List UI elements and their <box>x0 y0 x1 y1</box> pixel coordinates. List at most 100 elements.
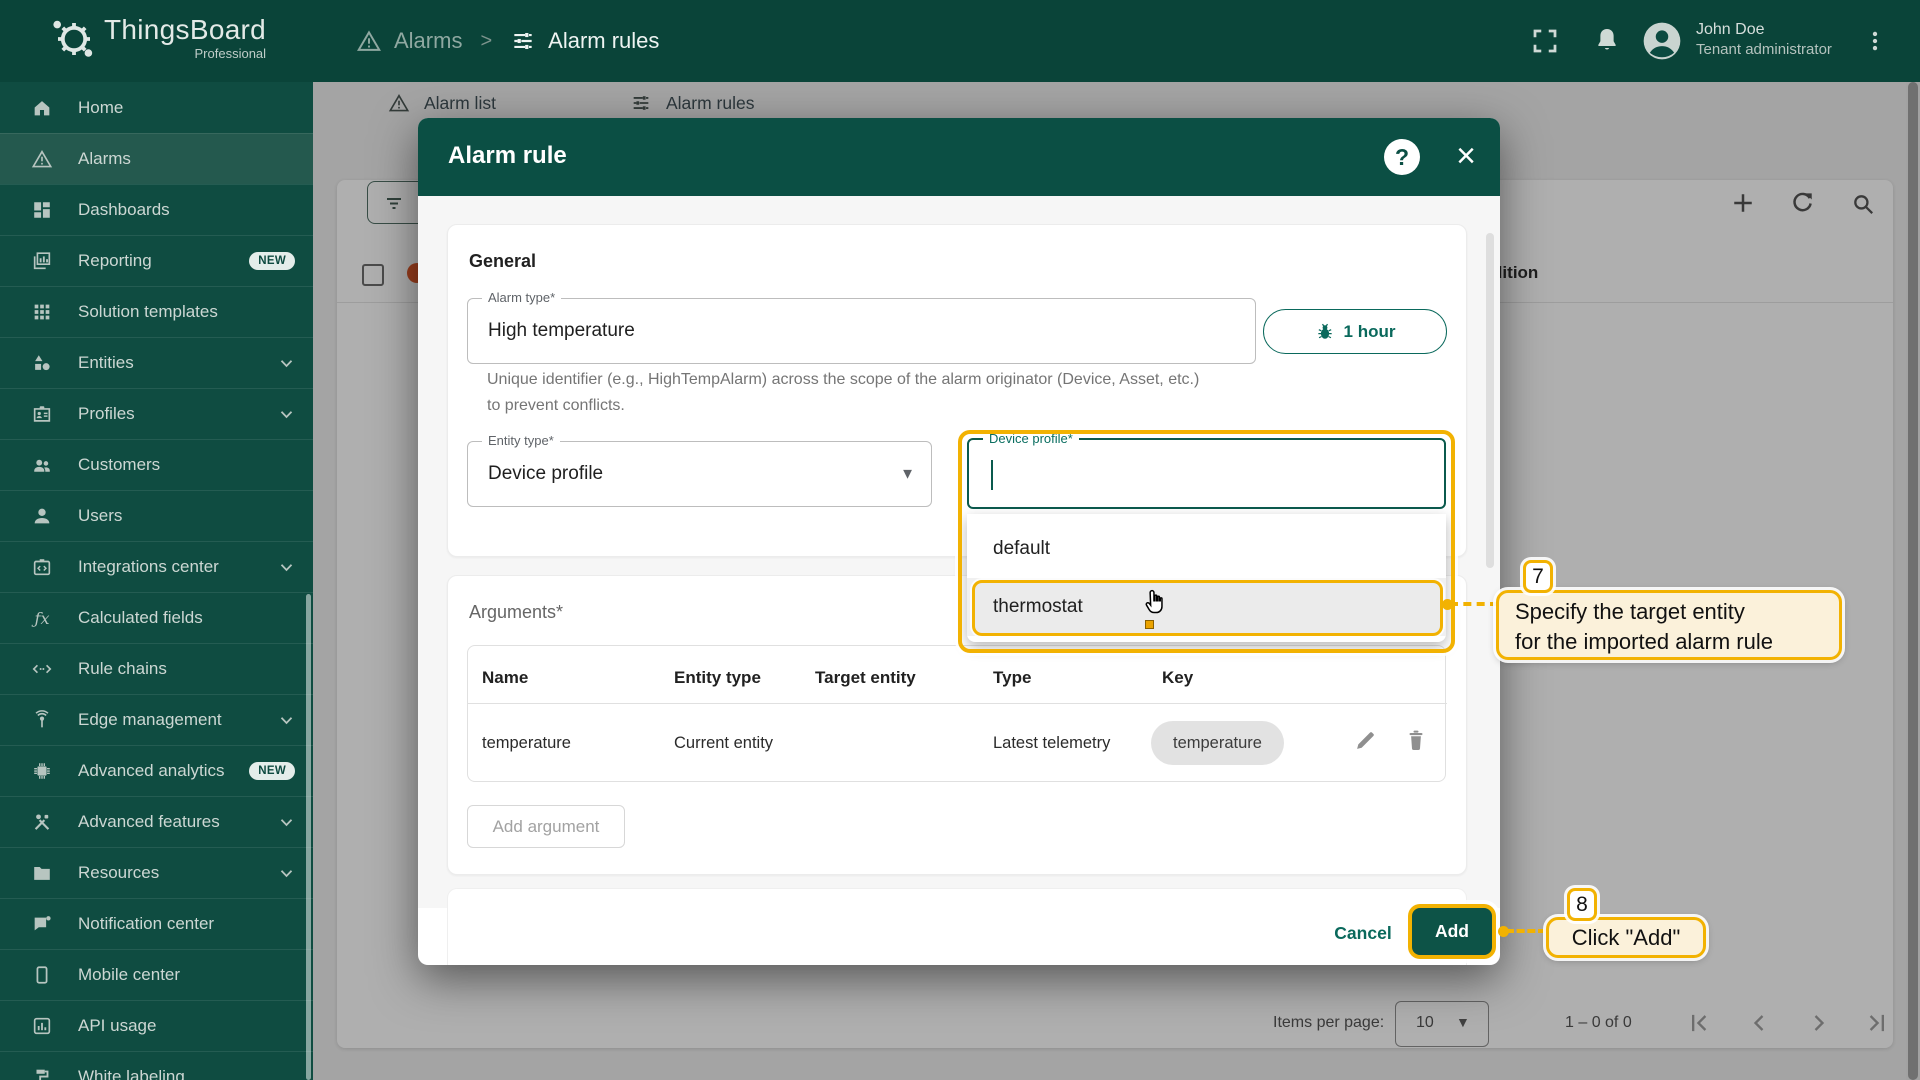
chevron-down-icon <box>280 359 293 368</box>
alarms-icon <box>30 147 54 171</box>
sidebar-item-integrations-center[interactable]: Integrations center <box>0 541 313 592</box>
brand-title: ThingsBoard <box>104 14 267 45</box>
key-chip: temperature <box>1151 721 1284 765</box>
help-icon[interactable]: ? <box>1384 139 1420 175</box>
notification-flag-icon <box>30 912 54 936</box>
user-info[interactable]: John Doe Tenant administrator <box>1696 20 1832 59</box>
schedule-chip-label: 1 hour <box>1343 321 1396 341</box>
sidebar-scrollbar[interactable] <box>306 594 311 1080</box>
cancel-label: Cancel <box>1334 922 1392 943</box>
sidebar-item-label: Advanced analytics <box>78 761 225 780</box>
dropdown-option-thermostat[interactable]: thermostat <box>967 578 1446 636</box>
cell-entity-type: Current entity <box>674 734 774 752</box>
customers-icon <box>30 453 54 477</box>
breadcrumb: Alarms > Alarm rules <box>356 0 659 82</box>
step-8-badge: 8 <box>1567 888 1597 921</box>
sidebar-item-users[interactable]: Users <box>0 490 313 541</box>
sidebar-item-label: Notification center <box>78 914 215 933</box>
alarm-type-field[interactable]: Alarm type* High temperature <box>467 290 1256 364</box>
col-type: Type <box>993 668 1032 687</box>
delete-trash-icon[interactable] <box>1403 727 1429 753</box>
breadcrumb-page: Alarm rules <box>548 28 660 53</box>
dialog-scrollbar-thumb[interactable] <box>1486 233 1494 568</box>
fullscreen-icon[interactable] <box>1530 26 1560 56</box>
sidebar-item-profiles[interactable]: Profiles <box>0 388 313 439</box>
cancel-button[interactable]: Cancel <box>1326 918 1400 948</box>
alarms-breadcrumb-icon <box>356 28 382 54</box>
tools-icon <box>30 810 54 834</box>
integrations-icon <box>30 555 54 579</box>
sidebar-item-label: Resources <box>78 863 160 882</box>
chevron-down-icon <box>280 410 293 419</box>
click-indicator-square <box>1145 620 1154 629</box>
fx-icon: ƒx <box>34 608 50 628</box>
sidebar-item-advanced-analytics[interactable]: Advanced analytics NEW <box>0 745 313 796</box>
sidebar-item-entities[interactable]: Entities <box>0 337 313 388</box>
edge-antenna-icon <box>30 708 54 732</box>
sidebar-item-api-usage[interactable]: API usage <box>0 1000 313 1051</box>
callout-7-line1: Specify the target entity <box>1515 599 1745 624</box>
dropdown-option-default[interactable]: default <box>967 520 1446 578</box>
sidebar-item-label: Mobile center <box>78 965 181 984</box>
connector-dash-8 <box>1506 929 1546 933</box>
step-7-callout: Specify the target entity for the import… <box>1496 590 1842 660</box>
text-caret <box>991 460 993 490</box>
device-profile-input[interactable]: Device profile* <box>967 431 1446 509</box>
step-7-badge: 7 <box>1523 560 1553 593</box>
chevron-down-icon: ▼ <box>900 465 915 483</box>
sidebar-item-label: Alarms <box>78 149 131 168</box>
profiles-icon <box>30 402 54 426</box>
sidebar-item-mobile-center[interactable]: Mobile center <box>0 949 313 1000</box>
top-header: ThingsBoard Professional Alarms > Alarm … <box>0 0 1920 82</box>
col-target-entity: Target entity <box>815 668 916 687</box>
sidebar-item-customers[interactable]: Customers <box>0 439 313 490</box>
sidebar-item-notification-center[interactable]: Notification center <box>0 898 313 949</box>
dashboards-icon <box>30 198 54 222</box>
home-icon <box>30 96 54 120</box>
col-key: Key <box>1162 668 1194 687</box>
sidebar-item-dashboards[interactable]: Dashboards <box>0 184 313 235</box>
col-entity-type: Entity type <box>674 668 761 687</box>
edit-pencil-icon[interactable] <box>1353 727 1379 753</box>
sidebar-item-reporting[interactable]: Reporting NEW <box>0 235 313 286</box>
sidebar: Home Alarms Dashboards Reporting NEW Sol… <box>0 82 313 1080</box>
sidebar-item-alarms[interactable]: Alarms <box>0 133 313 184</box>
sidebar-item-rule-chains[interactable]: Rule chains <box>0 643 313 694</box>
schedule-chip-button[interactable]: 1 hour <box>1263 309 1447 354</box>
avatar[interactable] <box>1640 19 1684 63</box>
folder-icon <box>30 861 54 885</box>
sidebar-item-edge-management[interactable]: Edge management <box>0 694 313 745</box>
cell-type: Latest telemetry <box>993 734 1111 752</box>
notifications-bell-icon[interactable] <box>1592 25 1622 55</box>
apps-grid-icon <box>30 300 54 324</box>
api-usage-chart-icon <box>30 1014 54 1038</box>
callout-7-line2: for the imported alarm rule <box>1515 629 1773 654</box>
add-button[interactable]: Add <box>1412 908 1492 955</box>
entity-type-select[interactable]: Entity type* Device profile ▼ <box>467 433 932 507</box>
sidebar-item-label: Integrations center <box>78 557 219 576</box>
add-argument-button[interactable]: Add argument <box>467 805 625 848</box>
sidebar-item-label: Profiles <box>78 404 135 423</box>
sidebar-item-solution-templates[interactable]: Solution templates <box>0 286 313 337</box>
sidebar-item-label: Reporting <box>78 251 152 270</box>
sidebar-item-label: Users <box>78 506 123 525</box>
breadcrumb-section[interactable]: Alarms <box>394 28 462 54</box>
chevron-down-icon <box>280 563 293 572</box>
close-icon[interactable]: × <box>1446 136 1486 176</box>
sidebar-item-white-labeling[interactable]: White labeling <box>0 1051 313 1080</box>
sidebar-item-home[interactable]: Home <box>0 82 313 133</box>
step-8-callout: Click "Add" <box>1546 917 1706 958</box>
device-profile-dropdown: default thermostat <box>967 514 1446 642</box>
analytics-chip-icon <box>30 759 54 783</box>
breadcrumb-separator: > <box>480 29 493 52</box>
sidebar-item-advanced-features[interactable]: Advanced features <box>0 796 313 847</box>
alarm-rules-breadcrumb-icon <box>510 28 536 54</box>
bug-icon <box>1315 321 1335 343</box>
thingsboard-logo-icon <box>48 15 96 63</box>
brand: ThingsBoard Professional <box>48 15 266 63</box>
sidebar-item-calculated-fields[interactable]: ƒx Calculated fields <box>0 592 313 643</box>
sidebar-item-resources[interactable]: Resources <box>0 847 313 898</box>
more-vert-icon[interactable] <box>1862 24 1888 58</box>
new-badge: NEW <box>249 762 295 780</box>
sidebar-item-label: Edge management <box>78 710 222 729</box>
